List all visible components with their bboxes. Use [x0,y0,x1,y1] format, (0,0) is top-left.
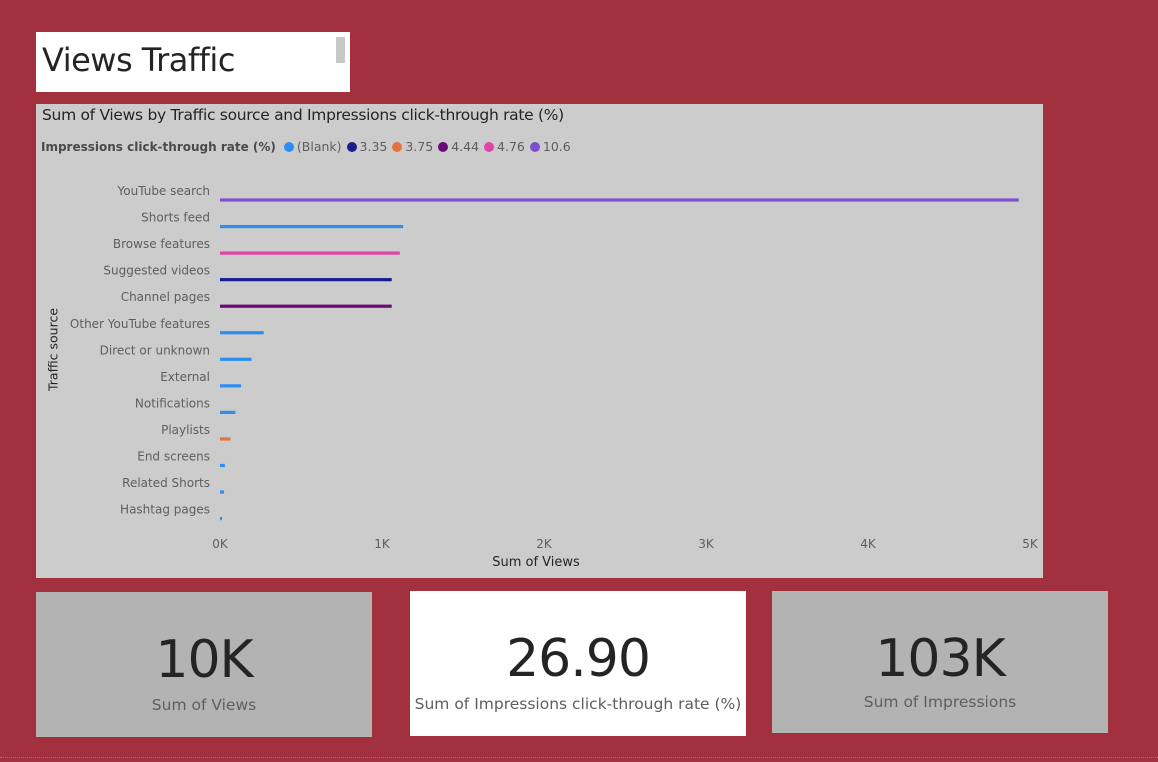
x-axis-title: Sum of Views [492,555,580,570]
x-tick-label: 3K [698,537,715,551]
y-tick-label: Shorts feed [141,211,210,225]
bar[interactable] [220,357,252,361]
card-value: 10K [155,630,253,690]
impressions-card[interactable]: 103K Sum of Impressions [772,591,1108,733]
y-tick-label: End screens [137,450,210,464]
y-tick-label: Playlists [161,423,210,437]
ctr-card[interactable]: 26.90 Sum of Impressions click-through r… [410,591,746,736]
y-tick-label: Direct or unknown [100,343,210,357]
card-label: Sum of Impressions [863,693,1017,711]
bar[interactable] [220,517,222,521]
y-tick-label: External [160,370,210,384]
bar[interactable] [220,224,404,229]
y-tick-label: Related Shorts [122,476,210,490]
chart-plot-area: YouTube search Shorts feed Browse features… [70,184,1039,551]
card-value: 26.90 [506,629,651,689]
x-tick-label: 4K [860,537,877,551]
x-tick-label: 1K [374,537,391,551]
page-bottom-divider [0,757,1158,758]
bar[interactable] [220,331,264,335]
views-card[interactable]: 10K Sum of Views [36,592,372,737]
bar[interactable] [220,384,242,388]
card-label: Sum of Views [151,696,257,714]
y-tick-label: Suggested videos [103,264,210,278]
x-tick-label: 2K [536,537,553,551]
bar-chart-panel: Sum of Views by Traffic source and Impre… [36,104,1043,578]
card-label: Sum of Impressions click-through rate (%… [414,695,742,713]
page-title: Views Traffic [42,41,235,79]
y-tick-label: YouTube search [117,184,210,198]
y-tick-label: Channel pages [121,290,210,304]
bar[interactable] [220,437,231,441]
y-tick-label: Browse features [113,237,210,251]
y-axis-title: Traffic source [45,307,61,392]
bar[interactable] [220,251,400,255]
bar[interactable] [220,304,392,308]
x-tick-label: 5K [1022,537,1039,551]
bar[interactable] [220,410,236,414]
bar[interactable] [220,198,1019,202]
page-title-box: Views Traffic [36,32,350,92]
y-tick-label: Other YouTube features [70,317,210,331]
y-tick-label: Notifications [135,396,210,410]
y-tick-label: Hashtag pages [120,503,210,517]
bar[interactable] [220,278,392,282]
x-tick-label: 0K [212,537,229,551]
card-value: 103K [875,629,1005,689]
bar[interactable] [220,463,225,468]
title-scrollbar[interactable] [336,37,345,63]
bar[interactable] [220,490,225,494]
